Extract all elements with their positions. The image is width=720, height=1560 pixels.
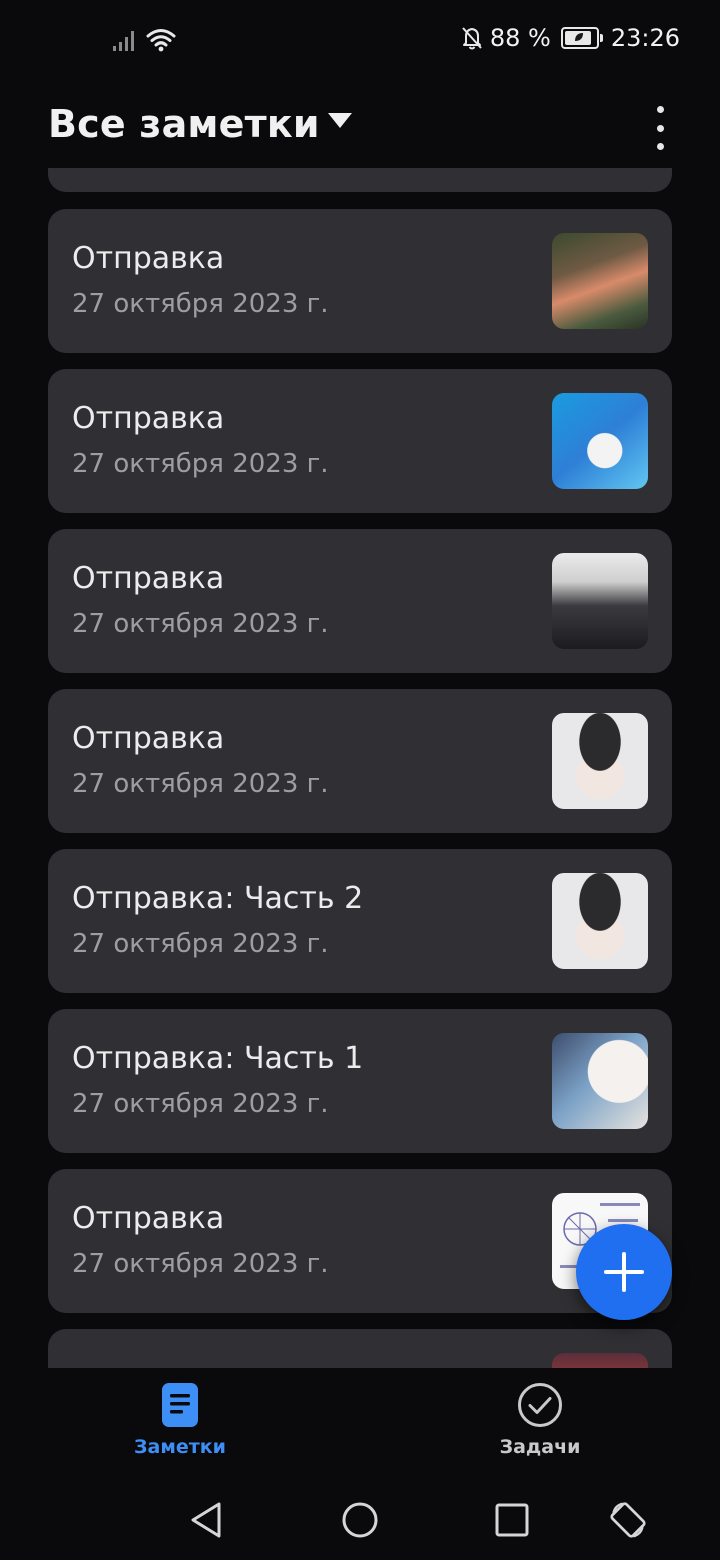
- bell-off-icon: [462, 27, 482, 50]
- note-card[interactable]: Отправка 27 октября 2023 г.: [48, 1169, 672, 1313]
- note-card[interactable]: Отправка: Часть 2 27 октября 2023 г.: [48, 849, 672, 993]
- add-note-button[interactable]: [576, 1224, 672, 1320]
- note-card[interactable]: Отправка 27 октября 2023 г.: [48, 529, 672, 673]
- notes-app-screen: 88 % 23:26 Все заметки Отправка 27 октяб…: [0, 0, 720, 1560]
- note-title: Отправка: Часть 2: [72, 881, 364, 916]
- tab-notes-label: Заметки: [134, 1436, 226, 1458]
- note-card-partial[interactable]: [48, 168, 672, 192]
- folder-selector[interactable]: Все заметки: [48, 102, 352, 146]
- note-thumbnail: [552, 1353, 648, 1368]
- status-bar: 88 % 23:26: [0, 0, 720, 84]
- back-triangle-icon: [191, 1502, 221, 1538]
- note-date: 27 октября 2023 г.: [72, 1249, 329, 1279]
- tab-tasks[interactable]: Задачи: [450, 1382, 630, 1458]
- battery-percent: 88 %: [489, 24, 551, 52]
- note-title: Отправка: Часть 1: [72, 1041, 364, 1076]
- note-date: 27 октября 2023 г.: [72, 449, 329, 479]
- note-thumbnail: [552, 233, 648, 329]
- rotate-icon: [610, 1502, 646, 1538]
- battery-icon: [560, 27, 603, 49]
- status-bar-right: 88 % 23:26: [460, 24, 680, 52]
- note-date: 27 октября 2023 г.: [72, 929, 329, 959]
- clock: 23:26: [610, 24, 680, 52]
- note-card[interactable]: Отправка 27 октября 2023 г.: [48, 369, 672, 513]
- note-card[interactable]: Отправка 27 октября 2023 г.: [48, 209, 672, 353]
- note-title: Отправка: [72, 241, 225, 276]
- status-bar-left: [112, 28, 176, 52]
- note-date: 27 октября 2023 г.: [72, 1089, 329, 1119]
- more-vertical-icon: [656, 106, 664, 113]
- note-title: Отправка: [72, 561, 225, 596]
- note-thumbnail: [552, 713, 648, 809]
- tab-tasks-label: Задачи: [499, 1436, 581, 1458]
- note-date: 27 октября 2023 г.: [72, 289, 329, 319]
- notes-icon: [162, 1383, 198, 1427]
- doc-line: [608, 1219, 638, 1222]
- leaf-icon: [574, 33, 583, 41]
- bottom-navigation: Заметки Задачи: [0, 1368, 720, 1480]
- check-circle-icon: [518, 1383, 562, 1427]
- wifi-icon: [146, 29, 176, 52]
- recents-square-icon: [495, 1503, 529, 1537]
- more-options-button[interactable]: [644, 106, 676, 150]
- note-thumbnail: [552, 1033, 648, 1129]
- caret-down-icon[interactable]: [327, 112, 352, 128]
- notes-list[interactable]: Отправка 27 октября 2023 г. Отправка 27 …: [0, 168, 720, 1368]
- page-title[interactable]: Все заметки: [48, 102, 320, 146]
- note-thumbnail: [552, 873, 648, 969]
- recents-button[interactable]: [492, 1500, 532, 1540]
- note-date: 27 октября 2023 г.: [72, 609, 329, 639]
- note-card[interactable]: Отправка 27 октября 2023 г.: [48, 689, 672, 833]
- note-thumbnail: [552, 553, 648, 649]
- plus-icon: [604, 1252, 644, 1292]
- home-circle-icon: [342, 1502, 378, 1538]
- more-vertical-icon-dot: [656, 124, 664, 132]
- note-title: Отправка: [72, 401, 225, 436]
- note-list: Отправка 27 октября 2023 г. Отправка 27 …: [48, 209, 672, 1368]
- note-card-partial[interactable]: [48, 1329, 672, 1368]
- signal-icon: [113, 31, 134, 51]
- rotate-screen-button[interactable]: [608, 1500, 648, 1540]
- note-thumbnail: [552, 393, 648, 489]
- doc-line: [600, 1203, 640, 1206]
- app-header: Все заметки: [0, 90, 720, 166]
- note-date: 27 октября 2023 г.: [72, 769, 329, 799]
- note-card[interactable]: Отправка: Часть 1 27 октября 2023 г.: [48, 1009, 672, 1153]
- system-navigation-bar: [0, 1480, 720, 1560]
- note-title: Отправка: [72, 1201, 225, 1236]
- note-title: Отправка: [72, 721, 225, 756]
- more-vertical-icon-dot: [656, 143, 664, 150]
- tab-notes[interactable]: Заметки: [90, 1382, 270, 1458]
- back-button[interactable]: [186, 1500, 226, 1540]
- home-button[interactable]: [340, 1500, 380, 1540]
